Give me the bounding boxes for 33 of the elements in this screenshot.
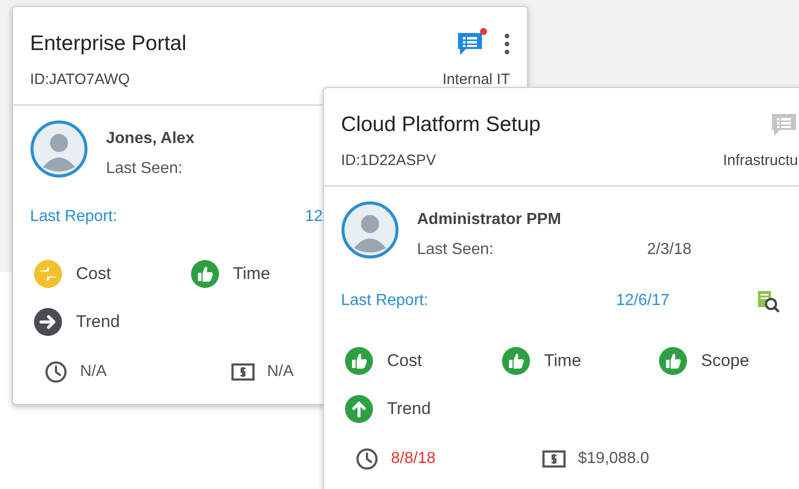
- person-name: Administrator PPM: [417, 211, 562, 229]
- more-menu-icon[interactable]: [504, 33, 510, 55]
- last-report-date[interactable]: 12/6/17: [616, 292, 670, 310]
- last-report-link[interactable]: Last Report:: [341, 292, 428, 310]
- report-search-icon[interactable]: [756, 289, 780, 313]
- last-report-date[interactable]: 12: [305, 208, 323, 226]
- indicator-label: Time: [233, 264, 270, 284]
- indicator-label: Trend: [76, 312, 120, 332]
- project-id: ID:JATO7AWQ: [30, 71, 130, 88]
- avatar-icon: [30, 120, 88, 178]
- card-title: Cloud Platform Setup: [341, 113, 541, 137]
- clock-icon: [355, 447, 379, 471]
- last-seen-date: 2/3/18: [647, 241, 692, 259]
- last-report-link[interactable]: Last Report:: [30, 208, 118, 226]
- person-name: Jones, Alex: [106, 130, 196, 148]
- comments-button[interactable]: [456, 31, 484, 57]
- budget-amount: N/A: [267, 363, 294, 381]
- project-id: ID:1D22ASPV: [341, 152, 436, 169]
- due-date: 8/8/18: [391, 450, 436, 468]
- last-seen-label: Last Seen:: [417, 241, 494, 259]
- budget-amount: $19,088.0: [578, 450, 650, 468]
- last-seen-label: Last Seen:: [106, 160, 184, 178]
- due-date: N/A: [80, 363, 107, 381]
- department-label: Internal IT: [442, 71, 510, 88]
- department-label: Infrastructu: [722, 152, 798, 169]
- avatar-icon: [341, 201, 399, 259]
- indicator-label: Time: [544, 351, 582, 371]
- card-title: Enterprise Portal: [30, 32, 186, 56]
- indicator-label: Cost: [387, 351, 422, 371]
- indicator-label: Cost: [76, 264, 111, 284]
- indicator-label: Trend: [387, 399, 431, 419]
- clock-icon: [44, 360, 68, 384]
- indicator-label: Scope: [701, 351, 750, 371]
